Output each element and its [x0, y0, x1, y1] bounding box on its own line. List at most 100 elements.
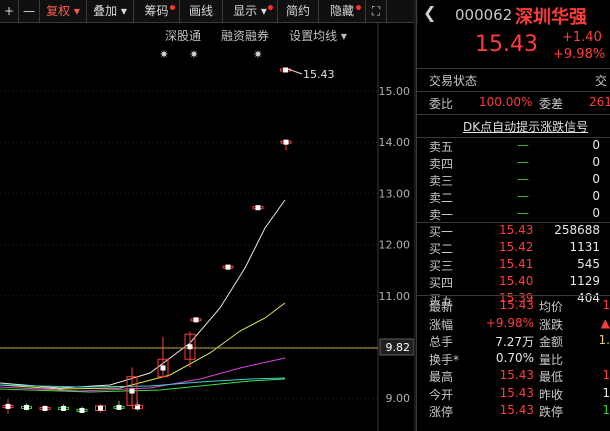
- book-level-volume: 258688: [554, 223, 600, 237]
- ma-line: [0, 199, 286, 389]
- stat-value: +9.98%: [485, 315, 534, 330]
- book-level-volume: 0: [592, 172, 600, 186]
- stock-code: 000062: [455, 6, 513, 24]
- stat-label: 最新: [429, 300, 454, 314]
- stat-label: 跌停: [539, 405, 564, 419]
- toolbar-button-label: 叠加 ▾: [93, 4, 127, 18]
- candle-marker: [79, 407, 85, 413]
- stat-label: 换手*: [429, 352, 460, 367]
- dk-signal-link[interactable]: DK点自动提示涨跌信号: [463, 118, 588, 135]
- stat-value: 15.43: [499, 298, 534, 312]
- stat-label: 最低: [539, 370, 564, 384]
- stat-value: 15.43: [499, 385, 534, 400]
- stat-value: 1: [602, 368, 610, 382]
- toolbar-button-label: —: [23, 4, 35, 18]
- stat-label: 涨幅: [429, 317, 454, 332]
- chevron-left-icon[interactable]: ❮: [423, 3, 436, 22]
- notification-dot-icon: [170, 5, 175, 10]
- candle-marker: [61, 405, 66, 411]
- stat-label: 总手: [429, 335, 454, 349]
- book-level-price: 15.42: [499, 240, 534, 254]
- chart-menu-item[interactable]: 融资融券: [221, 28, 269, 43]
- ma-line: [0, 378, 286, 393]
- candle-marker: [42, 405, 48, 411]
- kline-chart[interactable]: 15.0014.0013.0012.0011.0010.009.0015.439…: [0, 23, 414, 431]
- book-level-price: —: [517, 138, 529, 152]
- notification-dot-icon: [268, 5, 273, 10]
- y-tick-label: 11.00: [379, 290, 411, 303]
- stock-change: +1.40: [562, 30, 602, 45]
- candle-marker: [193, 317, 199, 323]
- toolbar-button-9[interactable]: ⛶: [366, 0, 387, 22]
- stat-label: 量比: [539, 352, 564, 367]
- stat-label: 金额: [539, 335, 564, 349]
- toolbar-button-0[interactable]: +: [0, 0, 19, 22]
- book-level-price: 15.43: [499, 223, 534, 237]
- toolbar-button-8[interactable]: 隐藏: [319, 0, 366, 22]
- book-level-label: 买二: [429, 242, 454, 256]
- candle-marker: [5, 403, 11, 409]
- candle-marker: [24, 404, 29, 410]
- weicha-value: 261: [589, 95, 610, 109]
- book-level-price: —: [517, 189, 529, 203]
- stock-price: 15.43: [475, 32, 538, 57]
- book-level-label: 卖三: [429, 174, 454, 188]
- candle-marker: [160, 365, 166, 371]
- toolbar-button-label: +: [3, 4, 15, 18]
- notification-dot-icon: [356, 5, 361, 10]
- toolbar-button-4[interactable]: 筹码: [134, 0, 180, 22]
- toolbar-button-6[interactable]: 显示 ▾: [223, 0, 278, 22]
- candle-marker: [225, 264, 231, 270]
- candle-marker: [283, 139, 289, 145]
- chart-menu-item[interactable]: 深股通: [165, 29, 201, 43]
- stat-value: 0.70%: [495, 350, 534, 365]
- stat-value: 7.27万: [495, 335, 534, 349]
- candle-marker: [129, 388, 135, 394]
- quote-panel: ❮ 000062 深圳华强 15.43 +1.40 +9.98% 交易状态 交 …: [417, 0, 610, 431]
- toolbar-button-label: 简约: [285, 4, 310, 18]
- toolbar-button-5[interactable]: 画线: [180, 0, 223, 22]
- stat-label: 昨收: [539, 387, 564, 402]
- toolbar-button-2[interactable]: 复权 ▾: [40, 0, 87, 22]
- stat-value: 1.: [598, 333, 610, 347]
- book-level-label: 卖二: [429, 191, 454, 205]
- toolbar-button-7[interactable]: 简约: [278, 0, 319, 22]
- trade-status-value: 交: [595, 74, 608, 88]
- book-level-price: —: [517, 206, 529, 220]
- book-level-price: —: [517, 172, 529, 186]
- book-level-price: —: [517, 155, 529, 169]
- stat-value: 15.43: [499, 403, 534, 417]
- candle-marker: [283, 67, 288, 73]
- stat-label: 均价: [539, 300, 564, 314]
- weibi-label: 委比: [429, 97, 454, 111]
- book-level-volume: 404: [577, 291, 600, 305]
- stat-value: ▲: [600, 315, 610, 330]
- toolbar-button-label: 复权 ▾: [46, 4, 80, 18]
- stat-value: 1: [602, 403, 610, 417]
- divider: [417, 114, 610, 115]
- toolbar-button-1[interactable]: —: [19, 0, 40, 22]
- weibi-value: 100.00%: [479, 95, 533, 109]
- toolbar-button-3[interactable]: 叠加 ▾: [87, 0, 134, 22]
- stat-value: 1: [602, 385, 610, 400]
- book-level-volume: 1131: [569, 240, 600, 254]
- book-level-label: 卖一: [429, 208, 454, 222]
- divider: [417, 68, 610, 69]
- book-level-volume: 0: [592, 155, 600, 169]
- chart-menu-item[interactable]: 设置均线 ▾: [289, 29, 347, 43]
- y-tick-label: 14.00: [379, 136, 411, 149]
- book-level-volume: 545: [577, 257, 600, 271]
- y-tick-label: 12.00: [379, 239, 411, 252]
- toolbar-button-label: 显示 ▾: [233, 4, 267, 18]
- y-tick-label: 15.00: [379, 85, 411, 98]
- book-level-volume: 0: [592, 206, 600, 220]
- current-price-marker: 9.82: [386, 341, 411, 354]
- event-star-icon: ✷: [159, 48, 168, 61]
- last-price-pointer: [287, 68, 303, 75]
- stock-change-pct: +9.98%: [553, 47, 606, 62]
- event-star-icon: ✷: [253, 48, 262, 61]
- event-star-icon: ✷: [189, 48, 198, 61]
- stat-value: 1: [602, 298, 610, 312]
- divider: [417, 91, 610, 92]
- book-level-volume: 0: [592, 189, 600, 203]
